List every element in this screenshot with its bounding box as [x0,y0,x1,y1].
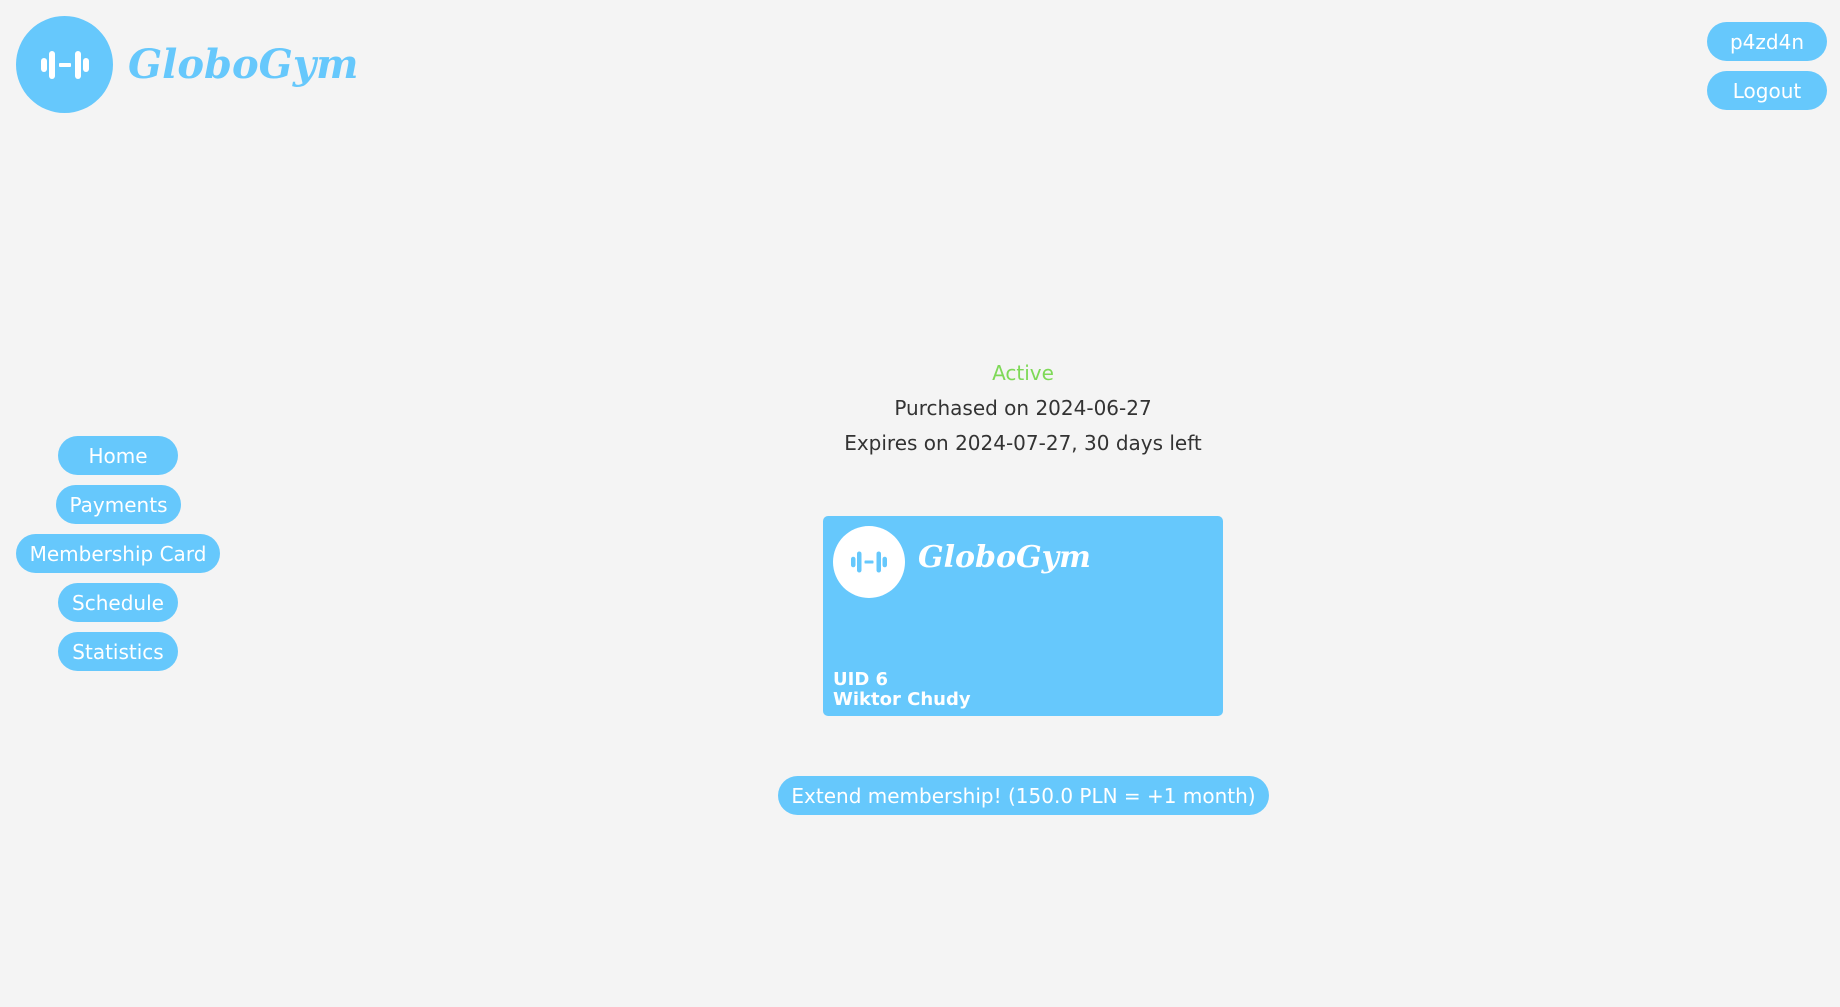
dumbbell-icon [16,16,113,113]
card-uid: UID 6 [833,669,889,690]
username-button[interactable]: p4zd4n [1707,22,1827,61]
nav-item-payments[interactable]: Payments [56,485,181,524]
nav-item-membership-card[interactable]: Membership Card [16,534,220,573]
dumbbell-icon [833,526,905,598]
card-holder-name: Wiktor Chudy [833,689,971,710]
card-brand-name: GloboGym [918,540,1091,575]
logout-button[interactable]: Logout [1707,71,1827,110]
membership-card: GloboGym UID 6 Wiktor Chudy [823,516,1223,716]
brand-header: GloboGym [16,16,358,113]
membership-status: Active [992,361,1054,385]
brand-name: GloboGym [128,41,359,88]
expiry-info: Expires on 2024-07-27, 30 days left [844,431,1202,455]
nav-item-schedule[interactable]: Schedule [58,583,178,622]
nav-item-home[interactable]: Home [58,436,178,475]
extend-membership-button[interactable]: Extend membership! (150.0 PLN = +1 month… [778,776,1269,815]
nav-item-statistics[interactable]: Statistics [58,632,178,671]
purchase-date: Purchased on 2024-06-27 [894,396,1152,420]
